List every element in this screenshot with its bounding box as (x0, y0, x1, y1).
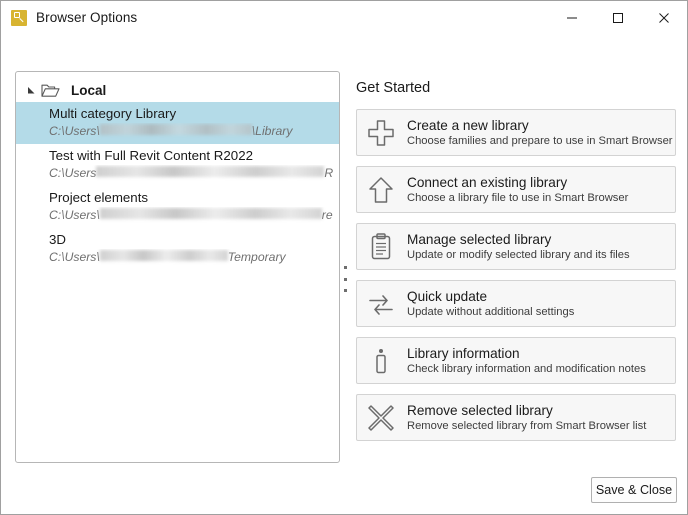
action-text-block: Library information Check library informa… (407, 345, 646, 377)
path-prefix: C:\Users\ (49, 250, 100, 264)
action-subtitle: Check library information and modificati… (407, 362, 646, 375)
action-text-block: Manage selected library Update or modify … (407, 231, 630, 263)
swap-arrows-icon (363, 286, 399, 322)
tree-item-name: 3D (49, 232, 66, 247)
tree-item-library[interactable]: 3D C:\Users\ Temporary (16, 228, 339, 270)
path-redacted-region (99, 124, 252, 135)
close-icon (659, 12, 669, 23)
action-title: Remove selected library (407, 402, 553, 418)
info-icon (363, 343, 399, 379)
action-title: Quick update (407, 288, 488, 304)
path-suffix: Temporary (227, 250, 286, 264)
path-redacted-region (99, 250, 228, 261)
maximize-icon (613, 12, 623, 23)
window-title: Browser Options (36, 10, 138, 25)
close-button[interactable] (641, 1, 687, 34)
maximize-button[interactable] (595, 1, 641, 34)
action-text-block: Remove selected library Remove selected l… (407, 402, 646, 434)
tree-item-path: C:\Users\ revit\S... (49, 207, 333, 224)
grip-dot (343, 277, 347, 281)
tree-item-library[interactable]: Multi category Library C:\Users\ \Library (16, 102, 339, 144)
window-controls (549, 1, 687, 34)
panel-splitter-grip[interactable] (341, 266, 349, 292)
path-suffix: RTS\Sm... (324, 166, 333, 180)
action-button-manage-selected-library[interactable]: Manage selected library Update or modify … (356, 223, 676, 270)
title-bar: Browser Options (1, 1, 687, 34)
plus-icon (363, 115, 399, 151)
tree-item-list: Multi category Library C:\Users\ \Library T… (16, 102, 339, 270)
action-text-block: Create a new library Choose families and … (407, 117, 673, 149)
tree-item-library[interactable]: Project elements C:\Users\ revit\S... (16, 186, 339, 228)
action-button-library-information[interactable]: Library information Check library informa… (356, 337, 676, 384)
library-tree-panel[interactable]: Local Multi category Library C:\Users\ \Li… (15, 71, 340, 463)
get-started-heading: Get Started (356, 80, 431, 96)
action-button-remove-selected-library[interactable]: Remove selected library Remove selected l… (356, 394, 676, 441)
minimize-icon (567, 17, 577, 18)
action-button-create-a-new-library[interactable]: Create a new library Choose families and … (356, 109, 676, 156)
tree-item-path: C:\Users\ Temporary (49, 249, 333, 266)
path-redacted-region (96, 166, 325, 177)
action-subtitle: Remove selected library from Smart Brows… (407, 419, 647, 432)
get-started-panel: Get Started Create a new library Choose f… (356, 79, 676, 451)
action-title: Manage selected library (407, 231, 552, 247)
action-subtitle: Update without additional settings (407, 305, 575, 318)
tree-item-name: Test with Full Revit Content R2022 (49, 148, 253, 163)
minimize-button[interactable] (549, 1, 595, 34)
tree-item-name: Multi category Library (49, 106, 177, 121)
path-suffix: revit\S... (321, 208, 333, 222)
action-button-connect-an-existing-library[interactable]: Connect an existing library Choose a libr… (356, 166, 676, 213)
action-button-quick-update[interactable]: Quick update Update without additional se… (356, 280, 676, 327)
cross-x-icon (363, 400, 399, 436)
action-subtitle: Choose a library file to use in Smart Br… (407, 191, 629, 204)
action-text-block: Connect an existing library Choose a libr… (407, 174, 628, 206)
tree-item-path: C:\Users\ \Library (49, 123, 333, 140)
action-text-block: Quick update Update without additional se… (407, 288, 574, 320)
expander-collapse-icon[interactable] (24, 86, 38, 95)
grip-dot (343, 266, 347, 269)
browser-options-window: Browser Options Local Multi category Lib… (0, 0, 688, 515)
grip-dot (343, 289, 347, 292)
tree-root-local[interactable]: Local (16, 78, 339, 102)
action-title: Library information (407, 345, 520, 361)
path-redacted-region (99, 208, 322, 219)
open-folder-icon (41, 82, 61, 98)
action-subtitle: Update or modify selected library and it… (407, 248, 630, 261)
path-prefix: C:\Users (49, 166, 97, 180)
save-and-close-button[interactable]: Save & Close (591, 477, 677, 503)
action-title: Connect an existing library (407, 174, 568, 190)
path-prefix: C:\Users\ (49, 124, 100, 138)
clipboard-icon (363, 229, 399, 265)
smart-browser-icon (11, 9, 27, 26)
path-suffix: \Library (251, 124, 293, 138)
action-title: Create a new library (407, 117, 529, 133)
tree-root-label: Local (71, 82, 107, 98)
tree-item-name: Project elements (49, 190, 149, 205)
action-button-list: Create a new library Choose families and … (356, 109, 676, 441)
up-arrow-icon (363, 172, 399, 208)
path-prefix: C:\Users\ (49, 208, 100, 222)
action-subtitle: Choose families and prepare to use in Sm… (407, 134, 673, 147)
tree-item-path: C:\Users RTS\Sm... (49, 165, 333, 182)
tree-item-library[interactable]: Test with Full Revit Content R2022 C:\Use… (16, 144, 339, 186)
